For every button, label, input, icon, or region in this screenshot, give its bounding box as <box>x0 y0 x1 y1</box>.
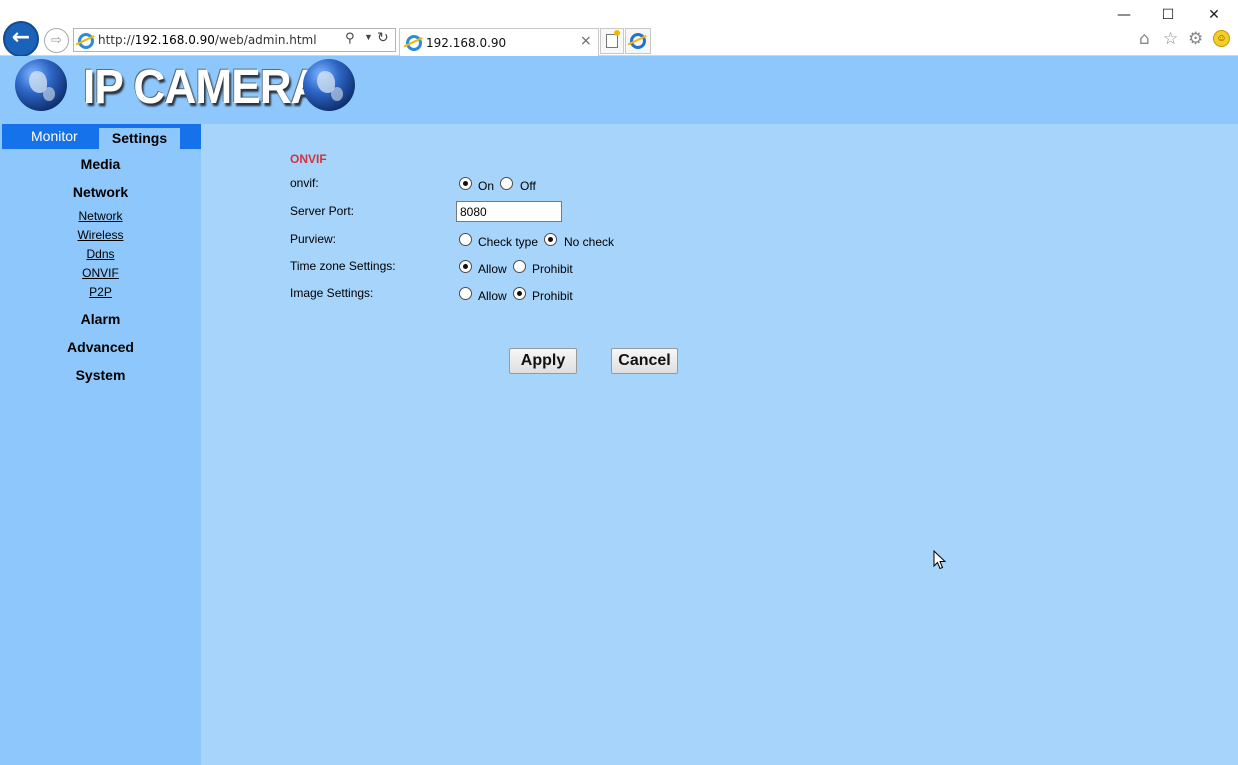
open-edge-button[interactable] <box>625 28 651 54</box>
address-bar[interactable]: http://192.168.0.90/web/admin.html ⚲ ▼ ↻ <box>73 28 396 52</box>
submenu-wireless[interactable]: Wireless <box>0 228 201 242</box>
menu-media[interactable]: Media <box>0 156 201 172</box>
time-zone-label: Time zone Settings: <box>290 259 396 273</box>
purview-no-check-radio[interactable] <box>544 233 557 246</box>
tab-title: 192.168.0.90 <box>426 36 507 50</box>
browser-tab[interactable]: 192.168.0.90 × <box>399 28 599 56</box>
onvif-off-label: Off <box>520 179 536 193</box>
sidebar: Monitor Settings Media Network Network W… <box>0 124 201 765</box>
tab-monitor[interactable]: Monitor <box>31 128 78 144</box>
globe-icon <box>303 59 355 111</box>
submenu-ddns[interactable]: Ddns <box>0 247 201 261</box>
purview-check-type-label: Check type <box>478 235 539 249</box>
time-zone-allow-label: Allow <box>478 262 507 276</box>
page: IP CAMERA Monitor Settings Media Network… <box>0 56 1238 765</box>
onvif-on-label: On <box>478 179 495 193</box>
onvif-off-radio[interactable] <box>500 177 513 190</box>
forward-arrow-icon[interactable]: ⇨ <box>44 28 69 53</box>
banner-title: IP CAMERA <box>83 61 323 114</box>
image-allow-radio[interactable] <box>459 287 472 300</box>
favorites-star-icon[interactable]: ☆ <box>1163 29 1178 49</box>
browser-chrome: — ☐ ✕ ← ⇨ http://192.168.0.90/web/admin.… <box>0 0 1238 57</box>
menu-system[interactable]: System <box>0 367 201 383</box>
address-url[interactable]: http://192.168.0.90/web/admin.html <box>98 33 317 47</box>
minimize-button[interactable]: — <box>1112 4 1136 26</box>
image-prohibit-radio[interactable] <box>513 287 526 300</box>
ie-tab-icon <box>406 35 422 51</box>
ie-page-icon <box>78 33 94 49</box>
tab-settings[interactable]: Settings <box>99 128 180 149</box>
top-tab-bar: Monitor Settings <box>2 124 201 149</box>
close-window-button[interactable]: ✕ <box>1202 4 1226 26</box>
feedback-smiley-icon[interactable]: ☺ <box>1213 30 1230 47</box>
image-allow-label: Allow <box>478 289 507 303</box>
time-zone-allow-radio[interactable] <box>459 260 472 273</box>
section-title-onvif: ONVIF <box>290 152 327 166</box>
globe-icon <box>15 59 67 111</box>
time-zone-prohibit-label: Prohibit <box>532 262 573 276</box>
submenu-p2p[interactable]: P2P <box>0 285 201 299</box>
purview-check-type-radio[interactable] <box>459 233 472 246</box>
server-port-label: Server Port: <box>290 204 355 218</box>
menu-advanced[interactable]: Advanced <box>0 339 201 355</box>
home-icon[interactable]: ⌂ <box>1139 29 1150 49</box>
menu-network[interactable]: Network <box>0 184 201 200</box>
search-icon[interactable]: ⚲ <box>345 31 355 46</box>
back-arrow-icon[interactable]: ← <box>3 21 39 57</box>
apply-button[interactable]: Apply <box>509 348 577 374</box>
server-port-input[interactable] <box>456 201 562 222</box>
time-zone-prohibit-radio[interactable] <box>513 260 526 273</box>
close-tab-icon[interactable]: × <box>580 33 592 49</box>
header-banner: IP CAMERA <box>0 56 1238 124</box>
mouse-cursor-icon <box>933 550 947 570</box>
dropdown-icon[interactable]: ▼ <box>364 32 373 42</box>
menu-alarm[interactable]: Alarm <box>0 311 201 327</box>
onvif-on-radio[interactable] <box>459 177 472 190</box>
maximize-button[interactable]: ☐ <box>1156 4 1180 26</box>
cancel-button[interactable]: Cancel <box>611 348 678 374</box>
new-tab-icon <box>606 34 618 48</box>
edge-icon <box>630 33 646 49</box>
purview-label: Purview: <box>290 232 337 246</box>
new-tab-spark-icon <box>614 30 620 36</box>
new-tab-button[interactable] <box>600 28 624 54</box>
purview-no-check-label: No check <box>564 235 615 249</box>
settings-gear-icon[interactable]: ⚙ <box>1188 29 1203 49</box>
onvif-label: onvif: <box>290 176 319 190</box>
image-settings-label: Image Settings: <box>290 286 374 300</box>
image-prohibit-label: Prohibit <box>532 289 573 303</box>
refresh-icon[interactable]: ↻ <box>377 30 389 46</box>
submenu-network[interactable]: Network <box>0 209 201 223</box>
submenu-onvif[interactable]: ONVIF <box>0 266 201 280</box>
